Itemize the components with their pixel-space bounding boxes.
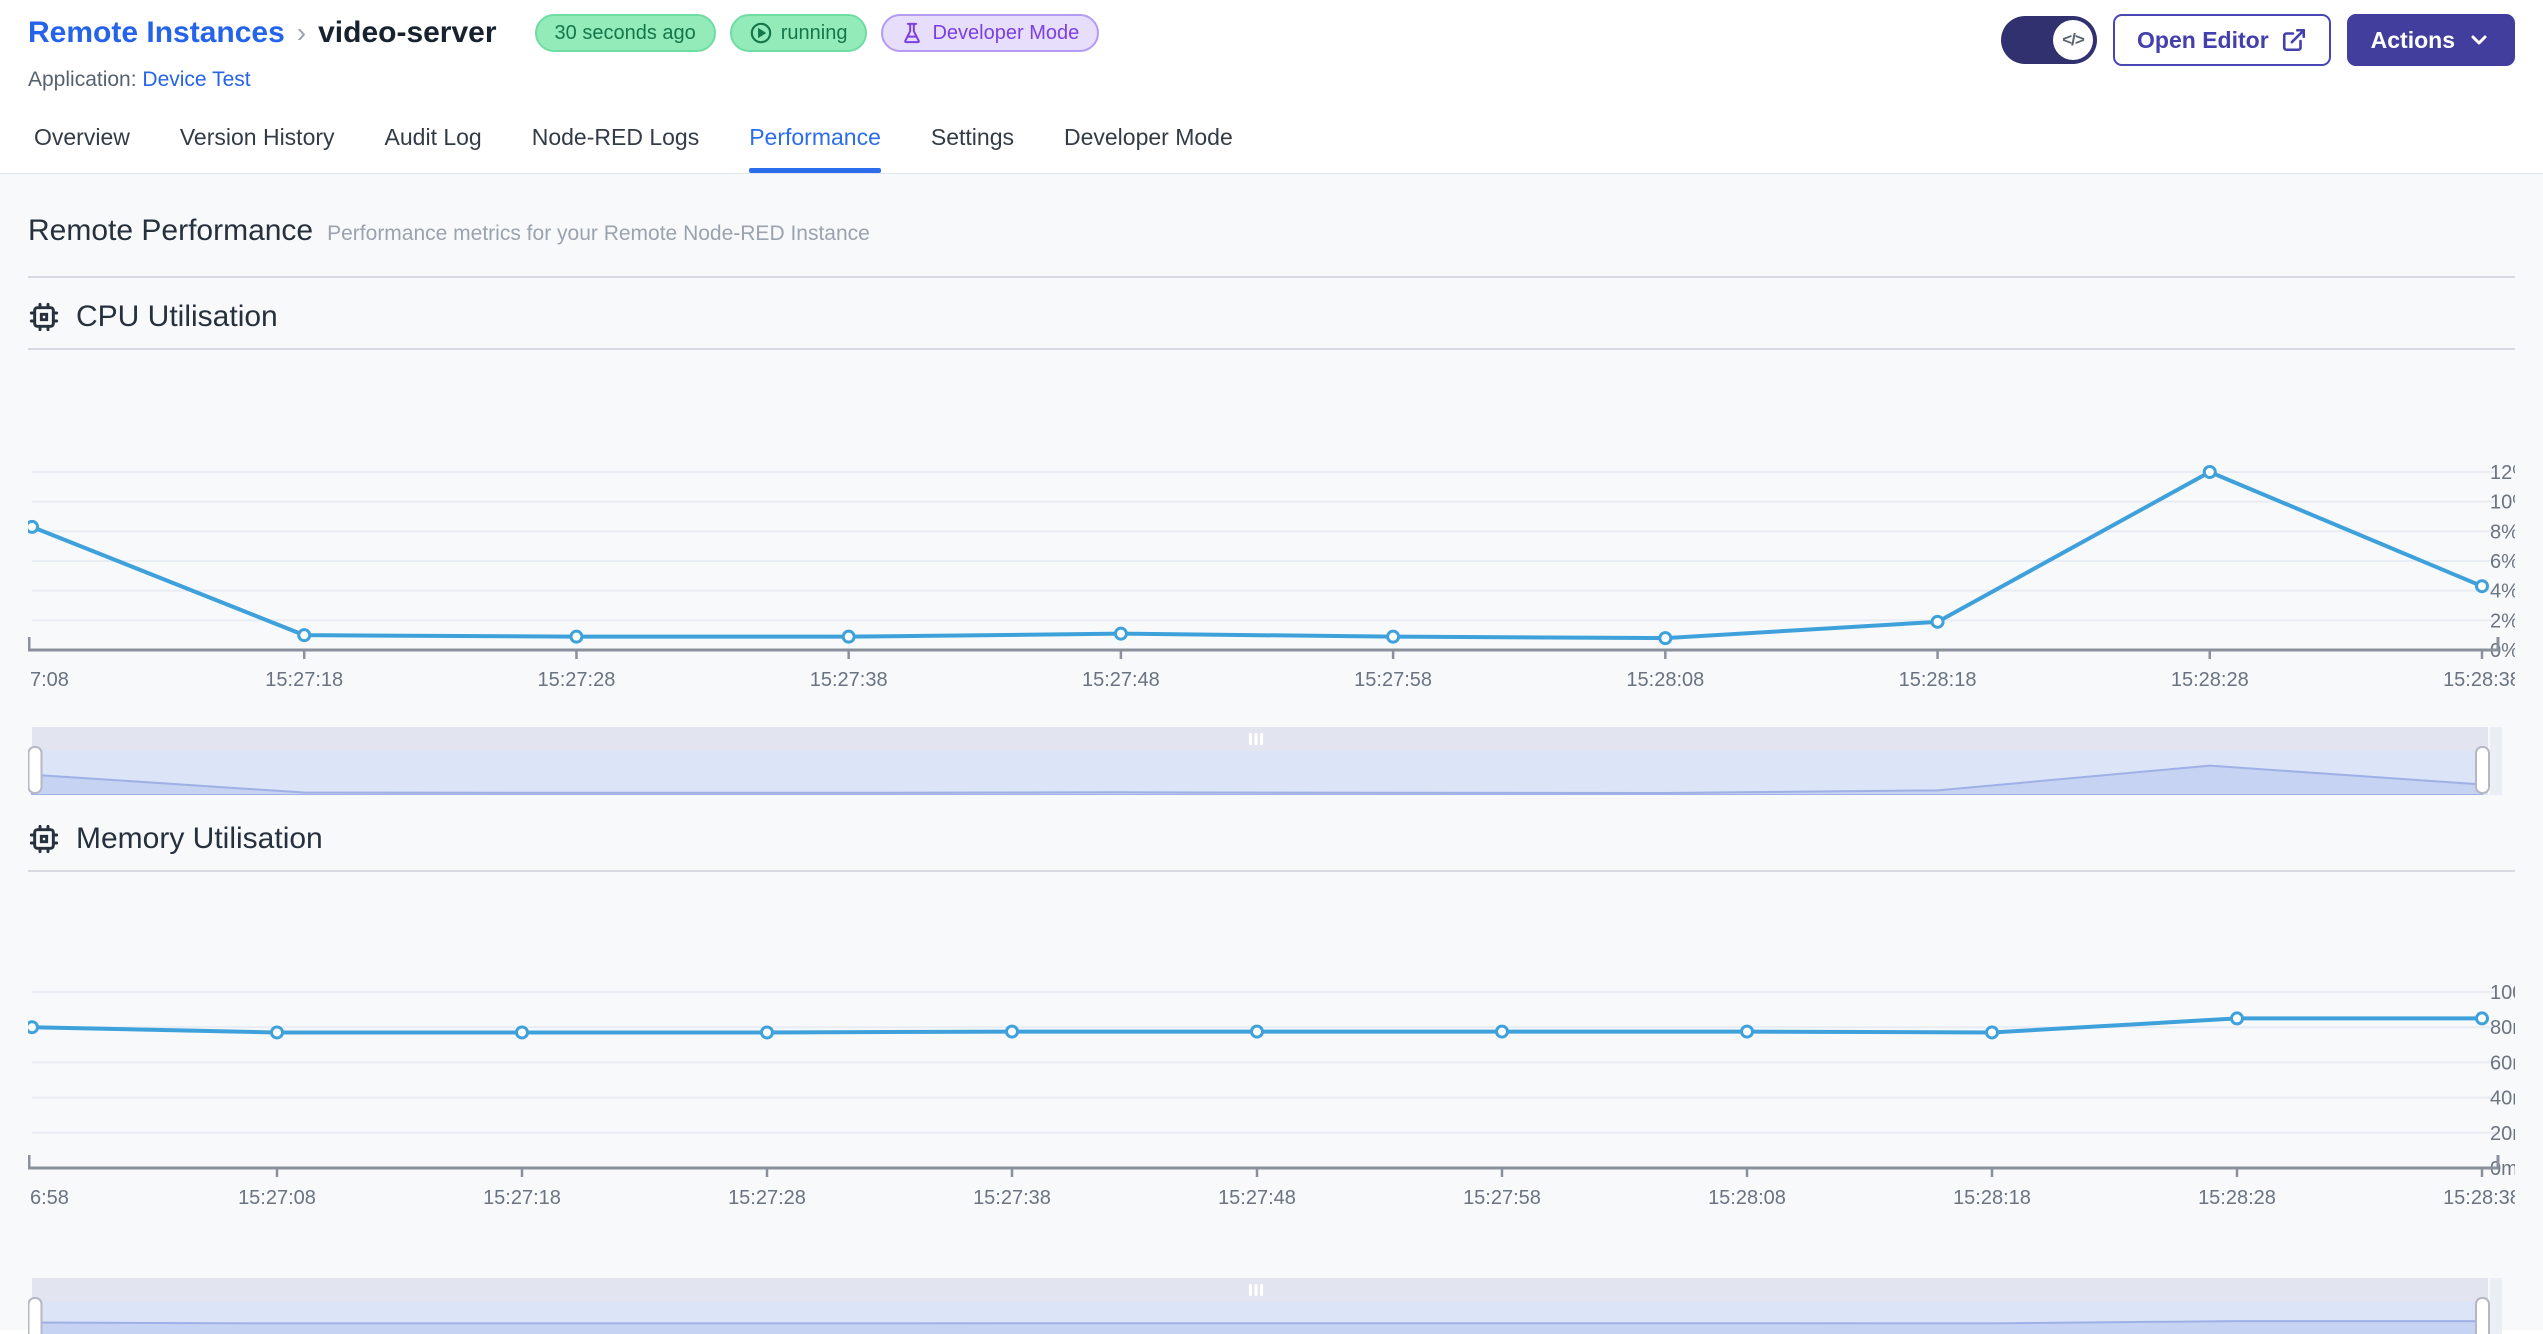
tab-bar: Overview Version History Audit Log Node-… [28, 124, 2515, 173]
cpu-chart-brush[interactable] [27, 727, 2515, 800]
svg-text:15:28:28: 15:28:28 [2198, 1187, 2276, 1209]
application-row: Application: Device Test [28, 68, 1099, 96]
page-subtitle: Performance metrics for your Remote Node… [327, 222, 870, 245]
cpu-section-title: CPU Utilisation [76, 300, 278, 333]
svg-text:15:27:48: 15:27:48 [1218, 1187, 1296, 1209]
svg-text:4%: 4% [2490, 581, 2515, 603]
brush-handle-right[interactable] [2475, 1297, 2490, 1334]
page-title: Remote Performance [28, 214, 314, 247]
svg-text:15:27:38: 15:27:38 [810, 669, 888, 690]
svg-text:15:27:28: 15:27:28 [538, 669, 616, 690]
svg-text:15:28:38: 15:28:38 [2443, 669, 2515, 690]
developer-mode-toggle[interactable]: </> [2001, 16, 2098, 64]
svg-text:10%: 10% [2490, 492, 2515, 514]
svg-text:15:27:48: 15:27:48 [1082, 669, 1160, 690]
tab-performance[interactable]: Performance [749, 124, 881, 173]
tab-version-history[interactable]: Version History [180, 124, 335, 173]
svg-text:40mb: 40mb [2490, 1088, 2515, 1110]
flask-icon [904, 22, 921, 44]
svg-text:20mb: 20mb [2490, 1123, 2515, 1145]
memory-chip-icon [28, 823, 60, 855]
application-link[interactable]: Device Test [142, 68, 250, 91]
memory-chart-brush[interactable] [27, 1278, 2515, 1334]
application-label: Application: [28, 68, 137, 91]
open-editor-button[interactable]: Open Editor [2113, 14, 2331, 66]
running-status-badge: running [729, 14, 868, 52]
code-icon: </> [2053, 20, 2094, 60]
actions-label: Actions [2370, 26, 2455, 53]
svg-text:15:28:08: 15:28:08 [1708, 1187, 1786, 1209]
breadcrumb-parent-link[interactable]: Remote Instances [28, 16, 285, 50]
svg-text:2%: 2% [2490, 610, 2515, 632]
page-header: Remote Instances › video-server 30 secon… [0, 0, 2543, 174]
open-editor-label: Open Editor [2137, 26, 2269, 53]
svg-text:60mb: 60mb [2490, 1052, 2515, 1074]
svg-text:15:27:08: 15:27:08 [238, 1187, 316, 1209]
tab-node-red-logs[interactable]: Node-RED Logs [532, 124, 699, 173]
brush-handle-left[interactable] [27, 746, 43, 794]
svg-text:80mb: 80mb [2490, 1017, 2515, 1039]
svg-text:15:27:28: 15:27:28 [728, 1187, 806, 1209]
svg-text:12%: 12% [2490, 462, 2515, 484]
breadcrumb-separator-icon: › [296, 17, 307, 48]
tab-audit-log[interactable]: Audit Log [385, 124, 482, 173]
svg-text:15:28:38: 15:28:38 [2443, 1187, 2515, 1209]
brush-handle-left[interactable] [27, 1297, 43, 1334]
svg-text:6%: 6% [2490, 551, 2515, 573]
svg-text:8%: 8% [2490, 521, 2515, 543]
cpu-chip-icon [28, 301, 60, 333]
svg-text:15:27:18: 15:27:18 [483, 1187, 561, 1209]
svg-text:15:27:38: 15:27:38 [973, 1187, 1051, 1209]
svg-text:15:27:18: 15:27:18 [265, 669, 343, 690]
memory-chart[interactable]: 0mb20mb40mb60mb80mb100mb6:5815:27:0815:2… [25, 874, 2543, 1220]
breadcrumb-current: video-server [318, 16, 497, 49]
chevron-down-icon [2471, 35, 2487, 45]
developer-mode-label: Developer Mode [932, 21, 1080, 44]
svg-text:15:27:58: 15:27:58 [1354, 669, 1432, 690]
last-seen-label: 30 seconds ago [554, 21, 696, 44]
svg-text:100mb: 100mb [2490, 982, 2515, 1004]
svg-text:15:28:18: 15:28:18 [1953, 1187, 2031, 1209]
developer-mode-badge: Developer Mode [881, 14, 1100, 52]
last-seen-badge: 30 seconds ago [534, 14, 716, 52]
running-label: running [780, 21, 848, 44]
svg-text:7:08: 7:08 [30, 669, 69, 690]
breadcrumb: Remote Instances › video-server [28, 16, 497, 50]
actions-button[interactable]: Actions [2346, 14, 2515, 66]
tab-overview[interactable]: Overview [34, 124, 130, 173]
svg-text:15:27:58: 15:27:58 [1463, 1187, 1541, 1209]
svg-text:15:28:08: 15:28:08 [1626, 669, 1704, 690]
svg-text:6:58: 6:58 [30, 1187, 69, 1209]
svg-text:15:28:28: 15:28:28 [2171, 669, 2249, 690]
cpu-section: CPU Utilisation 0%2%4%6%8%10%12%7:0815:2… [25, 278, 2530, 800]
main-content: Remote Performance Performance metrics f… [0, 174, 2543, 1334]
status-badges: 30 seconds ago running Developer Mode [534, 14, 1100, 52]
external-link-icon [2282, 28, 2305, 52]
tab-developer-mode[interactable]: Developer Mode [1064, 124, 1233, 173]
memory-section: Memory Utilisation 0mb20mb40mb60mb80mb10… [25, 800, 2543, 1334]
tab-settings[interactable]: Settings [931, 124, 1014, 173]
brush-handle-right[interactable] [2475, 746, 2490, 794]
play-circle-icon [750, 22, 772, 44]
cpu-chart[interactable]: 0%2%4%6%8%10%12%7:0815:27:1815:27:2815:2… [25, 352, 2530, 695]
svg-text:15:28:18: 15:28:18 [1899, 669, 1977, 690]
memory-section-title: Memory Utilisation [76, 822, 323, 855]
